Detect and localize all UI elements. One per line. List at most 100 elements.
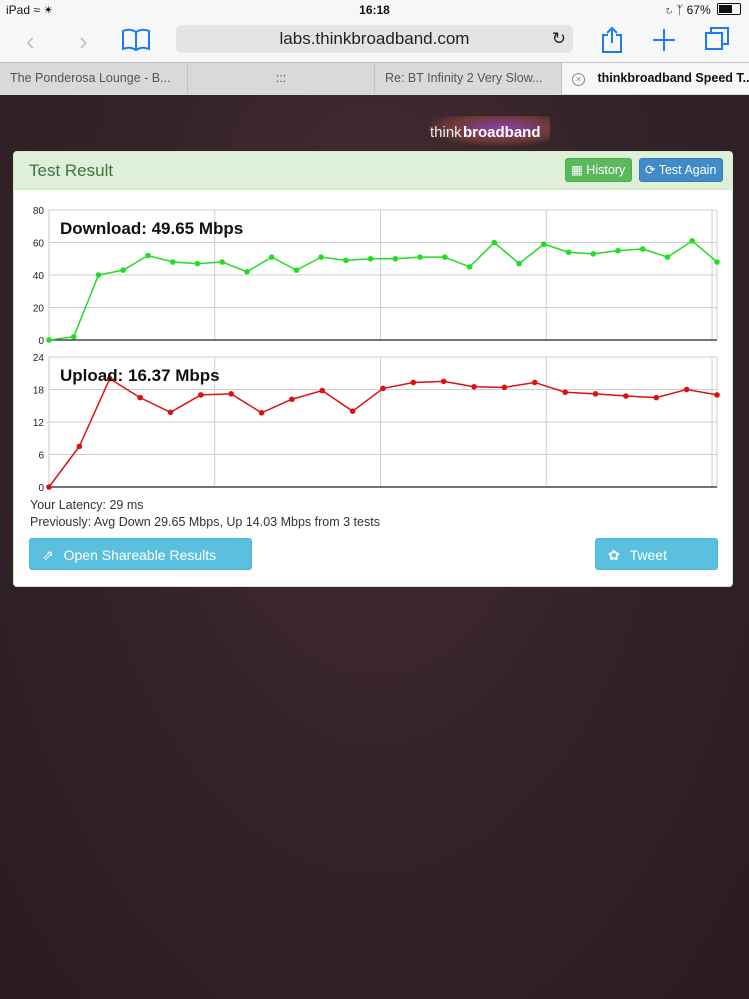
y-tick-label: 18 [33, 386, 45, 397]
data-point [244, 268, 250, 275]
data-point [258, 409, 265, 416]
tab-blank[interactable]: ::: [188, 63, 375, 94]
previous-results-text: Previously: Avg Down 29.65 Mbps, Up 14.0… [30, 515, 380, 529]
data-point [417, 254, 423, 260]
data-point [410, 379, 417, 386]
back-icon[interactable]: ‹ [26, 26, 35, 57]
data-point [76, 443, 83, 450]
data-point [689, 238, 696, 244]
data-point [471, 383, 477, 390]
panel-heading: Test Result ▦ History ⟳ Test Again [14, 152, 732, 190]
data-point [639, 246, 646, 252]
y-tick-label: 6 [38, 451, 44, 462]
data-point [541, 241, 547, 247]
data-point [683, 386, 690, 393]
download-title: Download: 49.65 Mbps [60, 219, 244, 238]
data-point [653, 394, 660, 401]
data-point [440, 378, 447, 385]
data-point [714, 259, 720, 265]
bluetooth-icon: ᛉ [676, 3, 684, 17]
data-point [219, 259, 225, 265]
y-tick-label: 60 [33, 239, 45, 250]
tab-bt-infinity[interactable]: Re: BT Infinity 2 Very Slow... [375, 63, 562, 94]
twitter-icon: ✿ [608, 547, 620, 563]
data-point [592, 391, 599, 397]
data-point [501, 384, 508, 391]
logo-text-think: think [430, 124, 462, 141]
status-right: ↻ ᛉ 67% [666, 3, 741, 17]
data-point [590, 251, 597, 257]
y-tick-label: 24 [33, 353, 45, 364]
reload-icon[interactable]: ↻ [552, 25, 566, 53]
data-point [70, 333, 77, 340]
data-point [392, 255, 399, 262]
data-point [349, 408, 356, 414]
data-point [137, 394, 143, 401]
tabs-overview-icon[interactable] [704, 26, 730, 52]
data-point [562, 389, 568, 396]
y-tick-label: 12 [33, 418, 45, 429]
upload-chart: 0 6 12 18 24 Upload: 16.37 Mbps [14, 349, 732, 494]
data-point [491, 239, 498, 246]
logo-text-broadband: broadband [463, 124, 541, 141]
data-point [145, 252, 151, 259]
data-point [46, 484, 52, 490]
y-tick-label: 0 [38, 336, 44, 347]
data-point [319, 387, 326, 394]
y-tick-label: 0 [38, 483, 44, 494]
external-link-icon: ⇗ [42, 547, 54, 563]
data-point [318, 254, 324, 260]
thinkbroadband-logo[interactable]: think broadband [428, 116, 550, 146]
history-button[interactable]: ▦ History [565, 158, 633, 182]
data-point [516, 260, 522, 267]
data-point [167, 409, 174, 416]
y-tick-label: 40 [33, 271, 45, 282]
data-point [367, 255, 374, 262]
tab-label: thinkbroadband Speed T... [597, 71, 749, 85]
data-point [293, 267, 300, 273]
y-tick-label: 20 [33, 304, 45, 315]
data-point [532, 379, 538, 386]
open-shareable-link-button[interactable]: ⇗ Open Shareable Results Link [29, 538, 252, 586]
refresh-icon: ⟳ [645, 163, 656, 177]
tab-ponderosa[interactable]: The Ponderosa Lounge - B... [0, 63, 188, 94]
bar-chart-icon: ▦ [571, 163, 583, 177]
url-text: labs.thinkbroadband.com [279, 29, 470, 48]
data-point [228, 391, 234, 397]
data-point [120, 267, 127, 273]
browser-toolbar: ‹ › labs.thinkbroadband.com ↻ [0, 20, 749, 62]
forward-icon[interactable]: › [79, 26, 88, 57]
history-label: History [586, 163, 626, 177]
tab-label: Re: BT Infinity 2 Very Slow... [385, 71, 543, 85]
test-again-button[interactable]: ⟳ Test Again [639, 158, 724, 182]
data-point [268, 254, 275, 260]
close-icon[interactable]: × [572, 73, 585, 86]
tweet-result-button[interactable]: ✿ Tweet Result [595, 538, 718, 586]
tab-bar: The Ponderosa Lounge - B... ::: Re: BT I… [0, 62, 749, 95]
test-again-label: Test Again [658, 163, 717, 177]
data-point [46, 337, 52, 343]
data-point [466, 264, 473, 270]
data-point [623, 393, 629, 399]
tab-label: The Ponderosa Lounge - B... [10, 71, 171, 85]
data-point [169, 259, 176, 265]
rotation-lock-icon: ↻ [665, 3, 673, 17]
share-icon[interactable] [600, 26, 624, 54]
tab-label: ::: [275, 71, 287, 85]
bookmarks-icon[interactable] [121, 28, 151, 52]
address-bar[interactable]: labs.thinkbroadband.com ↻ [176, 25, 573, 53]
data-point [380, 385, 386, 392]
status-bar: iPad ≈ ✴ 16:18 ↻ ᛉ 67% [0, 0, 749, 20]
data-point [565, 249, 572, 256]
data-point [289, 396, 295, 403]
data-point [664, 254, 671, 260]
new-tab-icon[interactable] [652, 28, 676, 52]
data-point [343, 257, 349, 264]
upload-title: Upload: 16.37 Mbps [60, 366, 220, 385]
data-point [198, 392, 204, 398]
y-tick-label: 80 [33, 206, 45, 217]
battery-icon [717, 3, 741, 15]
data-point [194, 260, 201, 267]
download-chart: 0 20 40 60 80 Download: 49.65 Mbps [14, 202, 732, 347]
tab-thinkbroadband[interactable]: × thinkbroadband Speed T... [562, 63, 749, 94]
